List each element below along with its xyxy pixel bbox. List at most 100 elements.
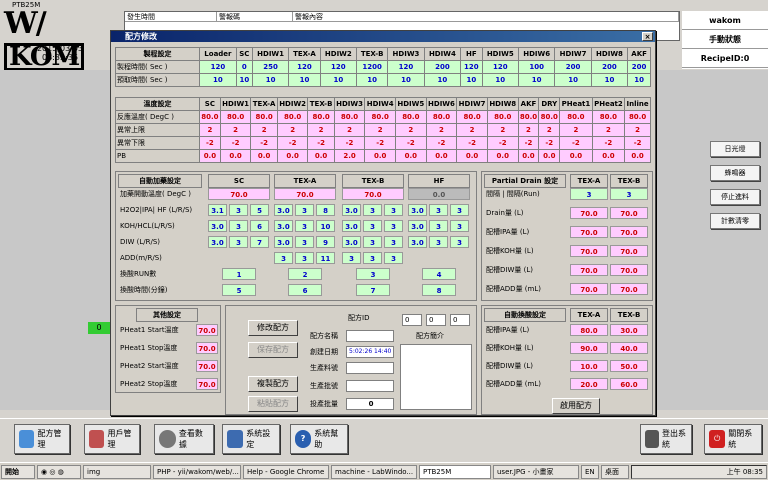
logout-button[interactable]: 登出系統 bbox=[640, 424, 692, 454]
buzzer-button[interactable]: 蜂鳴器 bbox=[710, 165, 760, 181]
temp-value[interactable]: 2 bbox=[591, 123, 626, 137]
partial-value[interactable]: 70.0 bbox=[610, 226, 648, 238]
partial-value[interactable]: 70.0 bbox=[610, 207, 648, 219]
temp-value[interactable]: 2 bbox=[517, 123, 540, 137]
temp-value[interactable]: -2 bbox=[425, 136, 458, 150]
temp-value[interactable]: 80.0 bbox=[250, 110, 278, 124]
process-value[interactable]: 0 bbox=[235, 60, 253, 74]
process-value[interactable]: 1200 bbox=[356, 60, 389, 74]
temp-value[interactable]: 2 bbox=[456, 123, 488, 137]
dosing-value[interactable]: 3.0 bbox=[208, 220, 227, 232]
temp-value[interactable]: 2 bbox=[486, 123, 519, 137]
recipe-desc-field[interactable] bbox=[400, 344, 472, 410]
temp-value[interactable]: 2 bbox=[425, 123, 458, 137]
dosing-value[interactable]: 3 bbox=[429, 236, 448, 248]
dosing-value[interactable]: 3 bbox=[450, 220, 469, 232]
temp-value[interactable]: -2 bbox=[333, 136, 366, 150]
temp-value[interactable]: 0.0 bbox=[250, 149, 278, 163]
light-button[interactable]: 日光燈 bbox=[710, 141, 760, 157]
auto-change-value[interactable]: 90.0 bbox=[570, 342, 608, 354]
other-row-value[interactable]: 70.0 bbox=[196, 360, 218, 372]
temp-value[interactable]: 2 bbox=[624, 123, 651, 137]
process-value[interactable]: 10 bbox=[199, 73, 237, 87]
recipe-manage-button[interactable]: 配方管理 bbox=[14, 424, 70, 454]
process-value[interactable]: 10 bbox=[481, 73, 519, 87]
partial-value[interactable]: 3 bbox=[610, 188, 648, 200]
taskbar-item[interactable]: machine - LabWindo... bbox=[331, 464, 417, 479]
dosing-value[interactable]: 3 bbox=[363, 220, 382, 232]
taskbar-item[interactable]: img bbox=[83, 464, 151, 479]
process-value[interactable]: 10 bbox=[356, 73, 389, 87]
temp-value[interactable]: 0.0 bbox=[517, 149, 540, 163]
dosing-temp-value[interactable]: 70.0 bbox=[274, 188, 336, 200]
dosing-value[interactable]: 3.0 bbox=[342, 220, 361, 232]
temp-value[interactable]: -2 bbox=[395, 136, 427, 150]
temp-value[interactable]: 80.0 bbox=[456, 110, 488, 124]
dosing-value[interactable]: 3 bbox=[384, 204, 403, 216]
temp-value[interactable]: 0.0 bbox=[538, 149, 561, 163]
process-value[interactable]: 10 bbox=[627, 73, 651, 87]
taskbar-item[interactable]: Help - Google Chrome bbox=[243, 464, 329, 479]
process-value[interactable]: 10 bbox=[251, 73, 290, 87]
process-value[interactable]: 200 bbox=[627, 60, 651, 74]
recipe-id-field[interactable]: 0 bbox=[450, 314, 470, 326]
temp-value[interactable]: 0.0 bbox=[591, 149, 626, 163]
dosing-value[interactable]: 3 bbox=[363, 236, 382, 248]
acid-run-value[interactable]: 2 bbox=[288, 268, 322, 280]
auto-change-value[interactable]: 10.0 bbox=[570, 360, 608, 372]
dosing-temp-value[interactable]: 70.0 bbox=[342, 188, 404, 200]
auto-change-value[interactable]: 80.0 bbox=[570, 324, 608, 336]
recipe-id-field[interactable]: 0 bbox=[402, 314, 422, 326]
dosing-value[interactable]: 3.0 bbox=[208, 236, 227, 248]
temp-value[interactable]: 80.0 bbox=[624, 110, 651, 124]
temp-value[interactable]: -2 bbox=[538, 136, 561, 150]
temp-value[interactable]: 0.0 bbox=[559, 149, 593, 163]
partial-value[interactable]: 70.0 bbox=[570, 245, 608, 257]
process-value[interactable]: 10 bbox=[288, 73, 321, 87]
process-value[interactable]: 200 bbox=[554, 60, 592, 74]
dosing-value[interactable]: 3.0 bbox=[408, 236, 427, 248]
temp-value[interactable]: -2 bbox=[364, 136, 397, 150]
process-value[interactable]: 10 bbox=[517, 73, 556, 87]
dosing-value[interactable]: 3 bbox=[384, 236, 403, 248]
partial-value[interactable]: 70.0 bbox=[570, 226, 608, 238]
temp-value[interactable]: -2 bbox=[456, 136, 488, 150]
batch-field[interactable] bbox=[346, 380, 394, 392]
dosing-value[interactable]: 8 bbox=[316, 204, 335, 216]
temp-value[interactable]: 2 bbox=[250, 123, 278, 137]
quick-launch[interactable]: ◉ ◎ ◍ bbox=[37, 464, 81, 479]
process-value[interactable]: 100 bbox=[517, 60, 556, 74]
temp-value[interactable]: 2 bbox=[333, 123, 366, 137]
temp-value[interactable]: 80.0 bbox=[395, 110, 427, 124]
dosing-value[interactable]: 3 bbox=[363, 204, 382, 216]
temp-value[interactable]: 80.0 bbox=[591, 110, 626, 124]
qty-field[interactable]: 0 bbox=[346, 398, 394, 410]
dosing-temp-value[interactable]: 0.0 bbox=[408, 188, 470, 200]
partial-value[interactable]: 70.0 bbox=[570, 207, 608, 219]
acid-run-value[interactable]: 3 bbox=[356, 268, 390, 280]
dosing-value[interactable]: 3 bbox=[450, 204, 469, 216]
acid-time-value[interactable]: 5 bbox=[222, 284, 256, 296]
temp-value[interactable]: 0.0 bbox=[364, 149, 397, 163]
dosing-value[interactable]: 3.0 bbox=[342, 236, 361, 248]
acid-time-value[interactable]: 6 bbox=[288, 284, 322, 296]
temp-value[interactable]: 80.0 bbox=[486, 110, 519, 124]
process-value[interactable]: 120 bbox=[288, 60, 321, 74]
temp-value[interactable]: -2 bbox=[199, 136, 221, 150]
auto-change-value[interactable]: 50.0 bbox=[610, 360, 648, 372]
temp-value[interactable]: 80.0 bbox=[276, 110, 309, 124]
paste-recipe-button[interactable]: 粘貼配方 bbox=[248, 396, 298, 412]
apply-recipe-button[interactable]: 啟用配方 bbox=[552, 398, 600, 414]
temp-value[interactable]: 80.0 bbox=[425, 110, 458, 124]
temp-value[interactable]: 2 bbox=[219, 123, 252, 137]
temp-value[interactable]: -2 bbox=[276, 136, 309, 150]
process-value[interactable]: 10 bbox=[590, 73, 629, 87]
temp-value[interactable]: 80.0 bbox=[538, 110, 561, 124]
auto-change-value[interactable]: 40.0 bbox=[610, 342, 648, 354]
temp-value[interactable]: 2 bbox=[199, 123, 221, 137]
dosing-add-value[interactable]: 3 bbox=[384, 252, 403, 264]
partial-value[interactable]: 70.0 bbox=[570, 264, 608, 276]
dosing-value[interactable]: 3.0 bbox=[408, 220, 427, 232]
dosing-value[interactable]: 3 bbox=[384, 220, 403, 232]
user-manage-button[interactable]: 用戶管理 bbox=[84, 424, 140, 454]
